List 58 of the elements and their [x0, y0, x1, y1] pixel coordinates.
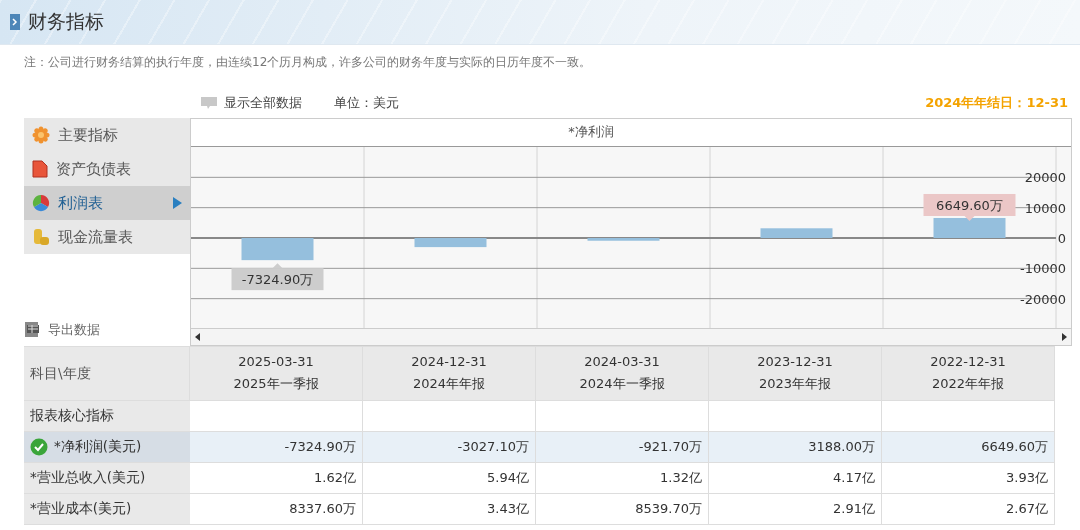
table-cell: 1.32亿 [536, 463, 709, 494]
table-cell: 8337.60万 [190, 494, 363, 525]
table-cell: 3.93亿 [882, 463, 1055, 494]
column-period: 2025年一季报 [233, 375, 319, 393]
chart-title: *净利润 [191, 119, 1071, 147]
column-period: 2024年一季报 [579, 375, 665, 393]
speech-bubble-icon [200, 96, 218, 110]
axis-tick-label: 10000 [1024, 200, 1066, 216]
table-cell: 2.67亿 [882, 494, 1055, 525]
value-callout: -7324.90万 [231, 263, 324, 290]
coins-icon [32, 228, 50, 246]
axis-tick-label: -10000 [1019, 261, 1066, 277]
scrollbar[interactable] [191, 328, 1071, 345]
pie-chart-icon [32, 194, 50, 212]
row-label[interactable]: *营业成本(美元) [24, 494, 190, 525]
column-date: 2022-12-31 [930, 354, 1006, 369]
year-end-label: 2024年年结日：12-31 [925, 94, 1068, 112]
spreadsheet-icon [24, 321, 42, 339]
table-cell: -3027.10万 [363, 432, 536, 463]
column-period: 2022年年报 [931, 375, 1005, 393]
column-date: 2025-03-31 [238, 354, 314, 369]
right-arrow-icon[interactable] [1061, 333, 1067, 341]
annotation: 6649.60万 [936, 197, 1003, 213]
table-cell: 3188.00万 [709, 432, 882, 463]
left-arrow-icon[interactable] [195, 333, 201, 341]
table-cell: 6649.60万 [882, 432, 1055, 463]
table-cell: 4.17亿 [709, 463, 882, 494]
table-cell: 2.91亿 [709, 494, 882, 525]
table-cell: 3.43亿 [363, 494, 536, 525]
unit-label: 单位：美元 [334, 94, 399, 112]
table-cell: 8539.70万 [536, 494, 709, 525]
show-all-link[interactable]: 显示全部数据 [200, 94, 302, 112]
column-period: 2024年年报 [412, 375, 486, 393]
row-label[interactable]: 报表核心指标 [24, 401, 190, 432]
axis-tick-label: 0 [1057, 230, 1066, 246]
annotation: -7324.90万 [241, 272, 314, 288]
export-link[interactable]: 导出数据 [24, 316, 190, 346]
note-text: 注：公司进行财务结算的执行年度，由连续12个历月构成，许多公司的财务年度与实际的日历年度不一致。 [23, 54, 593, 71]
axis-tick-label: 20000 [1024, 170, 1066, 186]
column-date: 2024-12-31 [411, 354, 487, 369]
row-label[interactable]: *净利润(美元) [24, 432, 190, 463]
table-cell: -921.70万 [536, 432, 709, 463]
column-period: 2023年年报 [758, 375, 832, 393]
document-icon [32, 160, 48, 178]
flower-icon [32, 126, 50, 144]
page-title: 财务指标 [28, 9, 104, 34]
row-label[interactable]: *营业总收入(美元) [24, 463, 190, 494]
table-cell: -7324.90万 [190, 432, 363, 463]
axis-tick-label: -20000 [1019, 291, 1066, 307]
table-cell: 5.94亿 [363, 463, 536, 494]
triangle-right-icon [172, 197, 182, 209]
check-circle-icon [30, 438, 48, 456]
table-cell: 1.62亿 [190, 463, 363, 494]
column-date: 2024-03-31 [584, 354, 660, 369]
column-date: 2023-12-31 [757, 354, 833, 369]
sidebar-item[interactable]: 利润表 [24, 186, 190, 220]
chevron-icon [10, 14, 20, 30]
table-header-cell: 科目\年度 [24, 347, 190, 401]
